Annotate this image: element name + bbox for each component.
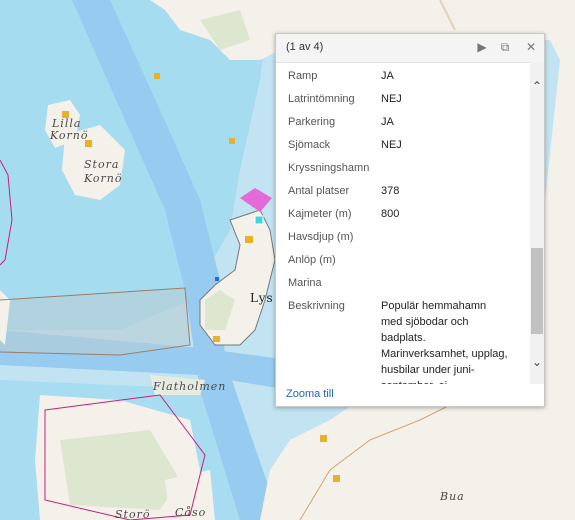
harbor-marker[interactable]: [320, 435, 327, 442]
map-label-lysekil: Lys: [250, 291, 274, 305]
map-label-storo: Storö: [115, 508, 150, 520]
chevron-up-icon[interactable]: ⌃: [530, 76, 544, 96]
attribute-key: Antal platser: [288, 185, 350, 197]
harbor-marker[interactable]: [229, 138, 235, 144]
point-marker[interactable]: [215, 277, 219, 281]
attribute-value: JA: [381, 70, 394, 82]
maximize-icon[interactable]: ⧉: [497, 39, 513, 55]
chevron-down-icon[interactable]: ⌄: [530, 352, 544, 372]
next-feature-button[interactable]: ▶: [474, 39, 490, 55]
attribute-key: Ramp: [288, 70, 318, 82]
scrollbar[interactable]: ⌃ ⌄: [530, 62, 544, 384]
popup-footer: Zooma till: [276, 384, 544, 408]
popup-body[interactable]: Ramp JA Latrintömning NEJ Parkering JA S…: [276, 62, 530, 384]
harbor-marker[interactable]: [213, 336, 220, 342]
attribute-key: Kajmeter (m): [288, 208, 352, 220]
zoom-to-link[interactable]: Zooma till: [286, 388, 334, 400]
map-label-lilla-korno: Kornö: [49, 129, 89, 142]
attribute-value: 800: [381, 208, 400, 220]
harbor-marker[interactable]: [154, 73, 160, 79]
map-label-stora: Stora: [84, 158, 119, 171]
attribute-value: Populär hemmahamn med sjöbodar och badpl…: [381, 300, 508, 384]
selection-marker[interactable]: [254, 215, 264, 225]
harbor-marker[interactable]: [245, 236, 253, 243]
attribute-value: JA: [381, 116, 394, 128]
map-label-stora-korno: Kornö: [83, 172, 123, 185]
attribute-key: Havsdjup (m): [288, 231, 354, 243]
attribute-key: Kryssningshamn: [288, 162, 370, 174]
attribute-value: NEJ: [381, 139, 402, 151]
popup-title: (1 av 4): [286, 41, 324, 53]
attribute-value: 378: [381, 185, 400, 197]
attribute-key: Parkering: [288, 116, 336, 128]
attribute-key: Marina: [288, 277, 322, 289]
attribute-key: Beskrivning: [288, 300, 345, 312]
scrollbar-thumb[interactable]: [531, 248, 543, 334]
popup-header: (1 av 4) ▶ ⧉ ✕: [276, 34, 544, 63]
attribute-key: Anlöp (m): [288, 254, 336, 266]
attribute-key: Sjömack: [288, 139, 331, 151]
map-label-flatholmen: Flatholmen: [152, 380, 226, 393]
attribute-value: NEJ: [381, 93, 402, 105]
info-popup: (1 av 4) ▶ ⧉ ✕ Ramp JA Latrintömning NEJ…: [275, 33, 545, 407]
attribute-key: Latrintömning: [288, 93, 355, 105]
harbor-marker[interactable]: [333, 475, 340, 482]
map-label-caso: Cåso: [175, 506, 206, 519]
map-label-bua: Bua: [439, 490, 465, 503]
close-icon[interactable]: ✕: [523, 39, 539, 55]
